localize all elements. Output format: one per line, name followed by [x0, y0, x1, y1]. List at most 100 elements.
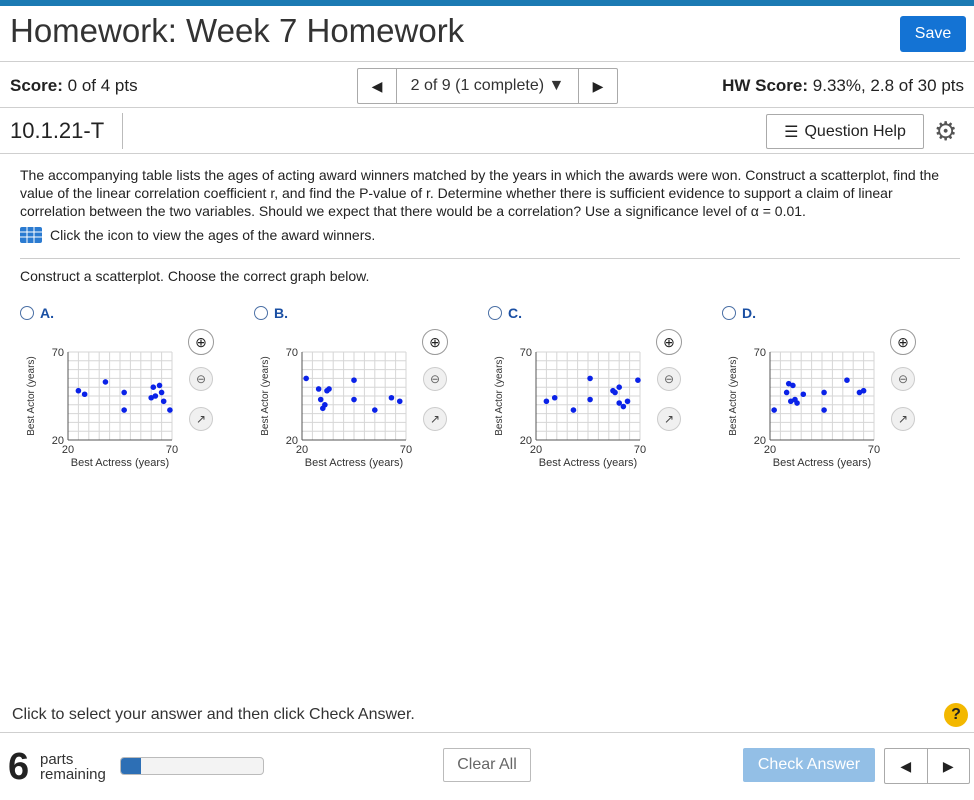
question-id-separator: [122, 113, 123, 149]
x-axis-label: Best Actress (years): [539, 457, 637, 469]
scatterplot-d: 702020 70Best Actress (years)Best Actor (…: [728, 347, 880, 469]
zoom-in-icon[interactable]: ⊕: [890, 329, 916, 355]
data-point: [156, 382, 163, 389]
data-point: [620, 403, 627, 410]
data-point: [543, 398, 550, 405]
popout-icon[interactable]: ↗: [891, 407, 915, 431]
score-label: Score:: [10, 76, 63, 95]
help-icon[interactable]: ?: [944, 703, 968, 727]
table-link-label: Click the icon to view the ages of the a…: [50, 227, 376, 243]
option-c[interactable]: C. 70 20 20 70 Best Actress (years) Best Acto…: [488, 305, 718, 480]
zoom-out-icon[interactable]: ⊖: [423, 367, 447, 391]
score-display: Score: 0 of 4 pts: [10, 76, 138, 96]
data-point: [396, 398, 403, 405]
data-point: [792, 396, 798, 403]
y-axis-label: Best Actor (years): [260, 356, 271, 435]
question-help-label: Question Help: [804, 122, 906, 140]
parts-progress-bar: [120, 757, 264, 775]
prev-question-button[interactable]: ◀: [358, 69, 396, 103]
data-point: [587, 396, 593, 403]
y-tick-label: 70: [754, 347, 766, 359]
radio-button[interactable]: [722, 306, 736, 320]
question-help-button[interactable]: ☰ Question Help: [766, 114, 924, 149]
instruction-text: Click to select your answer and then cli…: [12, 706, 415, 723]
zoom-in-icon[interactable]: ⊕: [188, 329, 214, 355]
y-tick-label: 70: [520, 347, 532, 359]
triangle-right-icon: ▶: [592, 77, 604, 94]
option-c-label[interactable]: C.: [488, 305, 522, 321]
radio-button[interactable]: [254, 306, 268, 320]
top-accent-bar: [0, 0, 974, 6]
zoom-out-icon[interactable]: ⊖: [189, 367, 213, 391]
data-point: [317, 396, 324, 403]
next-question-button[interactable]: ▶: [579, 69, 617, 103]
divider: [0, 61, 974, 62]
gear-icon[interactable]: ⚙: [934, 116, 957, 147]
option-a-label[interactable]: A.: [20, 305, 54, 321]
list-icon: ☰: [784, 123, 799, 141]
parts-remaining-label: parts remaining: [40, 752, 106, 782]
next-question-icon[interactable]: ▶: [928, 749, 970, 783]
option-letter: A.: [40, 305, 54, 321]
y-tick-label: 70: [286, 347, 298, 359]
data-point: [303, 375, 309, 382]
x-tick-label: 70: [634, 444, 646, 456]
radio-button[interactable]: [488, 306, 502, 320]
data-point: [587, 375, 593, 382]
data-point: [351, 396, 357, 403]
data-point: [821, 389, 827, 396]
data-point: [326, 386, 332, 392]
data-point: [152, 393, 159, 399]
divider: [0, 732, 974, 733]
popout-icon[interactable]: ↗: [423, 407, 447, 431]
zoom-in-icon[interactable]: ⊕: [656, 329, 682, 355]
x-tick-label: 20: [764, 444, 776, 456]
x-tick-label: 70: [400, 444, 412, 456]
data-point: [612, 389, 618, 396]
popout-icon[interactable]: ↗: [657, 407, 681, 431]
question-position: 2 of 9 (1 complete): [410, 77, 545, 94]
data-point: [167, 407, 173, 413]
caret-down-icon: ▼: [548, 77, 565, 94]
data-point: [844, 377, 850, 383]
score-value: 0 of 4 pts: [67, 76, 138, 95]
data-point: [790, 382, 796, 389]
grid: [535, 351, 641, 441]
y-axis-label: Best Actor (years): [26, 356, 37, 435]
data-table-link[interactable]: Click the icon to view the ages of the a…: [20, 227, 375, 243]
data-point: [81, 391, 88, 398]
clear-all-button[interactable]: Clear All: [443, 748, 531, 782]
option-letter: D.: [742, 305, 756, 321]
zoom-out-icon[interactable]: ⊖: [891, 367, 915, 391]
scatterplot-b: 702020 70Best Actress (years)Best Actor (…: [260, 347, 412, 469]
save-button[interactable]: Save: [900, 16, 966, 52]
data-point: [158, 389, 165, 396]
scatterplot-a: 702020 70Best Actress (years)Best Actor (…: [26, 347, 178, 469]
popout-icon[interactable]: ↗: [189, 407, 213, 431]
data-point: [121, 407, 127, 413]
zoom-in-icon[interactable]: ⊕: [422, 329, 448, 355]
progress-fill: [121, 758, 141, 774]
hw-score-value: 9.33%, 2.8 of 30 pts: [812, 76, 964, 95]
table-icon: [20, 227, 42, 243]
x-axis-label: Best Actress (years): [71, 457, 169, 469]
x-axis-label: Best Actress (years): [305, 457, 403, 469]
data-point: [570, 407, 577, 413]
hw-score-label: HW Score:: [722, 76, 809, 95]
prev-question-icon[interactable]: ◀: [885, 749, 928, 783]
remaining-line: remaining: [40, 766, 106, 783]
data-point: [860, 387, 867, 394]
option-d[interactable]: D. 70 20 20 70 Best Actress (years) Best Acto…: [722, 305, 952, 480]
y-axis-label: Best Actor (years): [494, 356, 505, 435]
check-answer-button[interactable]: Check Answer: [743, 748, 875, 782]
question-selector[interactable]: 2 of 9 (1 complete) ▼: [396, 69, 579, 103]
data-point: [160, 398, 167, 405]
option-b-label[interactable]: B.: [254, 305, 288, 321]
option-b[interactable]: B. 70 20 20 70 Best Actress (years) Best Acto…: [254, 305, 484, 480]
radio-button[interactable]: [20, 306, 34, 320]
option-a[interactable]: A. 70 20 20 70 Best Actress (years) Best Acto…: [20, 305, 250, 480]
data-point: [624, 398, 631, 405]
grid: [769, 351, 875, 441]
option-d-label[interactable]: D.: [722, 305, 756, 321]
zoom-out-icon[interactable]: ⊖: [657, 367, 681, 391]
